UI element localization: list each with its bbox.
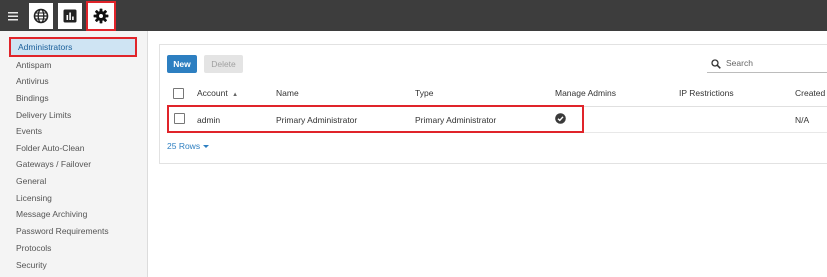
rows-per-page-dropdown[interactable]: 25 Rows: [167, 141, 210, 151]
sidebar-item-folder-auto-clean[interactable]: Folder Auto-Clean: [16, 141, 85, 155]
select-all-checkbox[interactable]: [173, 88, 184, 99]
sidebar-item-antispam[interactable]: Antispam: [16, 58, 51, 72]
sort-ascending-icon: ▲: [232, 92, 239, 98]
row-checkbox[interactable]: [174, 113, 185, 124]
sidebar-item-general[interactable]: General: [16, 174, 46, 188]
delete-button[interactable]: Delete: [204, 55, 243, 73]
column-header-account[interactable]: Account ▲: [197, 88, 238, 98]
column-header-name[interactable]: Name: [276, 88, 299, 98]
rows-per-page-label: 25 Rows: [167, 141, 201, 151]
globe-icon: [33, 8, 49, 24]
column-header-created[interactable]: Created: [795, 88, 825, 98]
top-toolbar: [0, 0, 827, 31]
search-placeholder: Search: [726, 58, 753, 68]
sidebar-item-protocols[interactable]: Protocols: [16, 241, 51, 255]
column-header-type[interactable]: Type: [415, 88, 433, 98]
globe-button[interactable]: [29, 3, 53, 29]
table-row[interactable]: [167, 105, 584, 133]
cell-type: Primary Administrator: [415, 115, 497, 125]
cell-name: Primary Administrator: [276, 115, 358, 125]
settings-button[interactable]: [86, 1, 116, 31]
menu-button[interactable]: [3, 3, 23, 29]
sidebar-item-administrators[interactable]: Administrators: [9, 37, 137, 57]
new-button[interactable]: New: [167, 55, 197, 73]
sidebar-item-password-requirements[interactable]: Password Requirements: [16, 224, 109, 238]
chevron-down-icon: [203, 145, 210, 149]
column-header-ip-restrictions[interactable]: IP Restrictions: [679, 88, 734, 98]
search-icon: [711, 59, 721, 69]
sidebar-item-security[interactable]: Security: [16, 258, 47, 272]
sidebar-item-antivirus[interactable]: Antivirus: [16, 74, 49, 88]
sidebar-item-licensing[interactable]: Licensing: [16, 191, 52, 205]
sidebar-item-events[interactable]: Events: [16, 124, 42, 138]
sidebar-item-message-archiving[interactable]: Message Archiving: [16, 207, 87, 221]
menu-icon: [8, 11, 18, 20]
reports-button[interactable]: [58, 3, 82, 29]
search-input[interactable]: Search: [707, 55, 827, 73]
gear-icon: [93, 8, 109, 24]
bar-chart-icon: [63, 9, 77, 23]
column-header-manage-admins[interactable]: Manage Admins: [555, 88, 616, 98]
sidebar-item-delivery-limits[interactable]: Delivery Limits: [16, 108, 71, 122]
check-circle-icon: [555, 113, 566, 124]
sidebar-item-label: Administrators: [18, 42, 73, 52]
sidebar-item-bindings[interactable]: Bindings: [16, 91, 49, 105]
sidebar-item-gateways-failover[interactable]: Gateways / Failover: [16, 157, 91, 171]
cell-account: admin: [197, 115, 221, 125]
cell-created: N/A: [795, 115, 810, 125]
